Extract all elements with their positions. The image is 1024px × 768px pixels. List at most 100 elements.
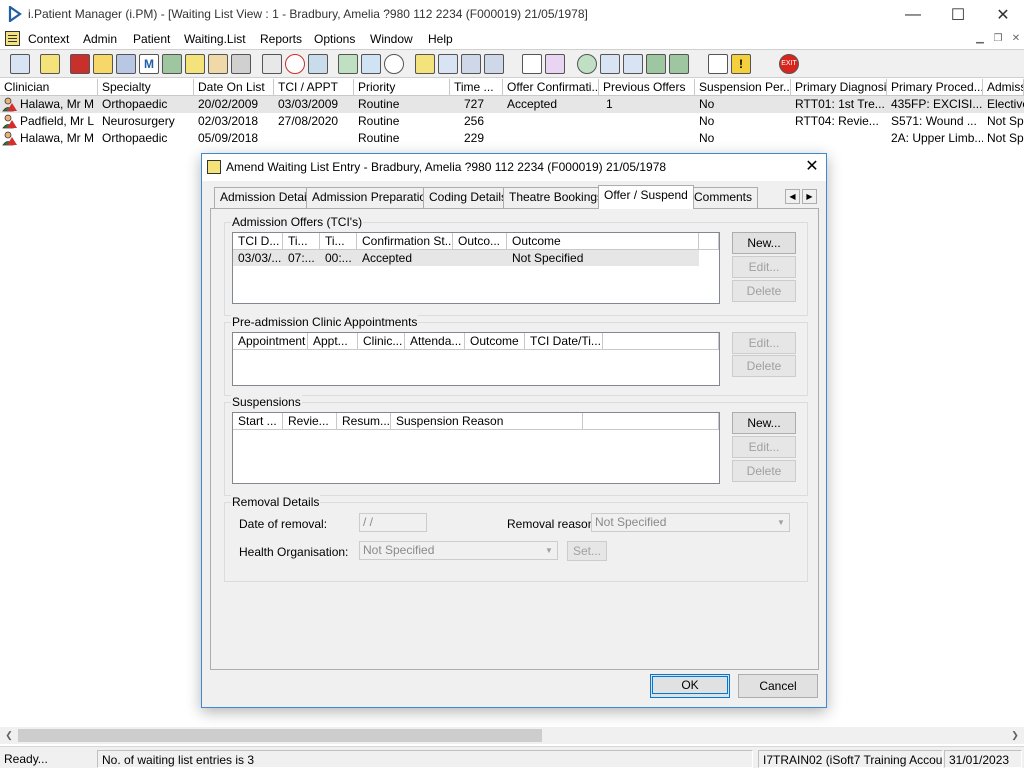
appointment-clock-icon[interactable] (384, 54, 404, 74)
scroll-left-icon[interactable]: ❮ (2, 729, 16, 742)
edit-suspension-button[interactable]: Edit... (732, 436, 796, 458)
delete-appointment-button[interactable]: Delete (732, 355, 796, 377)
horizontal-scrollbar[interactable]: ❮ ❯ (0, 727, 1024, 744)
menu-options[interactable]: Options (314, 32, 355, 46)
scroll-right-icon[interactable]: ❯ (1008, 729, 1022, 742)
new-suspension-button[interactable]: New... (732, 412, 796, 434)
exit-icon[interactable]: EXIT (779, 54, 799, 74)
preadmission-appointments-list[interactable]: Appointment Appt... Clinic... Attenda...… (232, 332, 720, 386)
report-icon[interactable] (522, 54, 542, 74)
menu-window[interactable]: Window (370, 32, 413, 46)
menu-waiting-list[interactable]: Waiting.List (184, 32, 246, 46)
globe-icon[interactable] (577, 54, 597, 74)
address-book-icon[interactable] (116, 54, 136, 74)
delete-offer-button[interactable]: Delete (732, 280, 796, 302)
mdi-minimize-button[interactable]: ▁ (973, 32, 987, 45)
column-tci-date[interactable]: TCI D... (233, 233, 283, 250)
monitor-icon[interactable] (308, 54, 328, 74)
list-icon[interactable] (415, 54, 435, 74)
column-outcome[interactable]: Outcome (465, 333, 525, 350)
column-time[interactable]: Time ... (450, 79, 503, 96)
menu-patient[interactable]: Patient (133, 32, 170, 46)
column-review[interactable]: Revie... (283, 413, 337, 430)
column-previous-offers[interactable]: Previous Offers (599, 79, 695, 96)
menu-help[interactable]: Help (428, 32, 453, 46)
admission-offers-list[interactable]: TCI D... Ti... Ti... Confirmation St... … (232, 232, 720, 304)
column-tci-date-time[interactable]: TCI Date/Ti... (525, 333, 603, 350)
tab-admission-preparation[interactable]: Admission Preparation (306, 187, 439, 208)
column-tci-appt[interactable]: TCI / APPT (274, 79, 354, 96)
column-appointment[interactable]: Appointment (233, 333, 308, 350)
schedule-icon[interactable] (338, 54, 358, 74)
column-clinic[interactable]: Clinic... (358, 333, 405, 350)
patient-icon[interactable] (10, 54, 30, 74)
bed-icon[interactable] (484, 54, 504, 74)
column-date-on-list[interactable]: Date On List (194, 79, 274, 96)
scrollbar-thumb[interactable] (18, 729, 542, 742)
inbox-icon[interactable] (600, 54, 620, 74)
new-offer-button[interactable]: New... (732, 232, 796, 254)
dialog-close-button[interactable]: ✕ (800, 156, 824, 178)
edit-offer-button[interactable]: Edit... (732, 256, 796, 278)
messages-icon[interactable]: M (139, 54, 159, 74)
tab-offer-suspend[interactable]: Offer / Suspend (598, 185, 694, 209)
swap-icon[interactable] (708, 54, 728, 74)
menu-admin[interactable]: Admin (83, 32, 117, 46)
document-menu-icon[interactable] (5, 31, 20, 46)
edit-appointment-button[interactable]: Edit... (732, 332, 796, 354)
tab-coding-details[interactable]: Coding Details (423, 187, 514, 208)
column-admission[interactable]: Admissi (983, 79, 1024, 96)
table-row[interactable]: Padfield, Mr L Neurosurgery 02/03/2018 2… (0, 113, 1024, 130)
doctor-icon[interactable] (162, 54, 182, 74)
column-tci-time[interactable]: Ti... (283, 233, 320, 250)
cancel-button[interactable]: Cancel (738, 674, 818, 698)
tab-scroll-left-icon[interactable]: ◀ (785, 189, 800, 204)
list-item[interactable]: 03/03/... 07:... 00:... Accepted Not Spe… (233, 250, 699, 266)
form-icon[interactable] (185, 54, 205, 74)
menu-context[interactable]: Context (28, 32, 69, 46)
waiting-list-icon[interactable] (262, 54, 282, 74)
edit-list-icon[interactable] (438, 54, 458, 74)
column-outcome-short[interactable]: Outco... (453, 233, 507, 250)
column-specialty[interactable]: Specialty (98, 79, 194, 96)
removal-reason-select[interactable]: Not Specified ▼ (591, 513, 790, 532)
menu-reports[interactable]: Reports (260, 32, 302, 46)
admission-icon[interactable] (70, 54, 90, 74)
transfer-icon[interactable] (231, 54, 251, 74)
set-organisation-button[interactable]: Set... (567, 541, 607, 561)
mdi-restore-button[interactable]: ❐ (991, 32, 1005, 45)
suspensions-list[interactable]: Start ... Revie... Resum... Suspension R… (232, 412, 720, 484)
ambulance-icon[interactable] (461, 54, 481, 74)
referral-icon[interactable] (208, 54, 228, 74)
column-priority[interactable]: Priority (354, 79, 450, 96)
warning-icon[interactable]: ! (731, 54, 751, 74)
column-suspension-period[interactable]: Suspension Per... (695, 79, 791, 96)
column-suspension-reason[interactable]: Suspension Reason (391, 413, 583, 430)
tab-scroll-right-icon[interactable]: ▶ (802, 189, 817, 204)
column-attendance[interactable]: Attenda... (405, 333, 465, 350)
tab-comments[interactable]: Comments (688, 187, 759, 208)
minimize-button[interactable]: — (890, 0, 936, 29)
clinic-icon[interactable] (361, 54, 381, 74)
check-document-icon[interactable] (623, 54, 643, 74)
folder-icon[interactable] (93, 54, 113, 74)
notepad-icon[interactable] (40, 54, 60, 74)
close-button[interactable]: ✕ (980, 0, 1024, 29)
table-row[interactable]: Halawa, Mr M Orthopaedic 20/02/2009 03/0… (0, 96, 1024, 113)
tick-icon[interactable] (646, 54, 666, 74)
column-offer-confirmation[interactable]: Offer Confirmati... (503, 79, 599, 96)
column-start[interactable]: Start ... (233, 413, 283, 430)
column-time-2[interactable]: Ti... (320, 233, 357, 250)
ok-button[interactable]: OK (650, 674, 730, 698)
health-organisation-select[interactable]: Not Specified ▼ (359, 541, 558, 560)
column-primary-procedure[interactable]: Primary Proced... (887, 79, 983, 96)
chart-icon[interactable] (545, 54, 565, 74)
column-clinician[interactable]: Clinician (0, 79, 98, 96)
column-appt[interactable]: Appt... (308, 333, 358, 350)
table-row[interactable]: Halawa, Mr M Orthopaedic 05/09/2018 Rout… (0, 130, 1024, 147)
column-confirmation-status[interactable]: Confirmation St... (357, 233, 453, 250)
mdi-close-button[interactable]: ✕ (1009, 32, 1023, 45)
delete-suspension-button[interactable]: Delete (732, 460, 796, 482)
approve-icon[interactable] (669, 54, 689, 74)
maximize-button[interactable]: ☐ (935, 0, 981, 29)
